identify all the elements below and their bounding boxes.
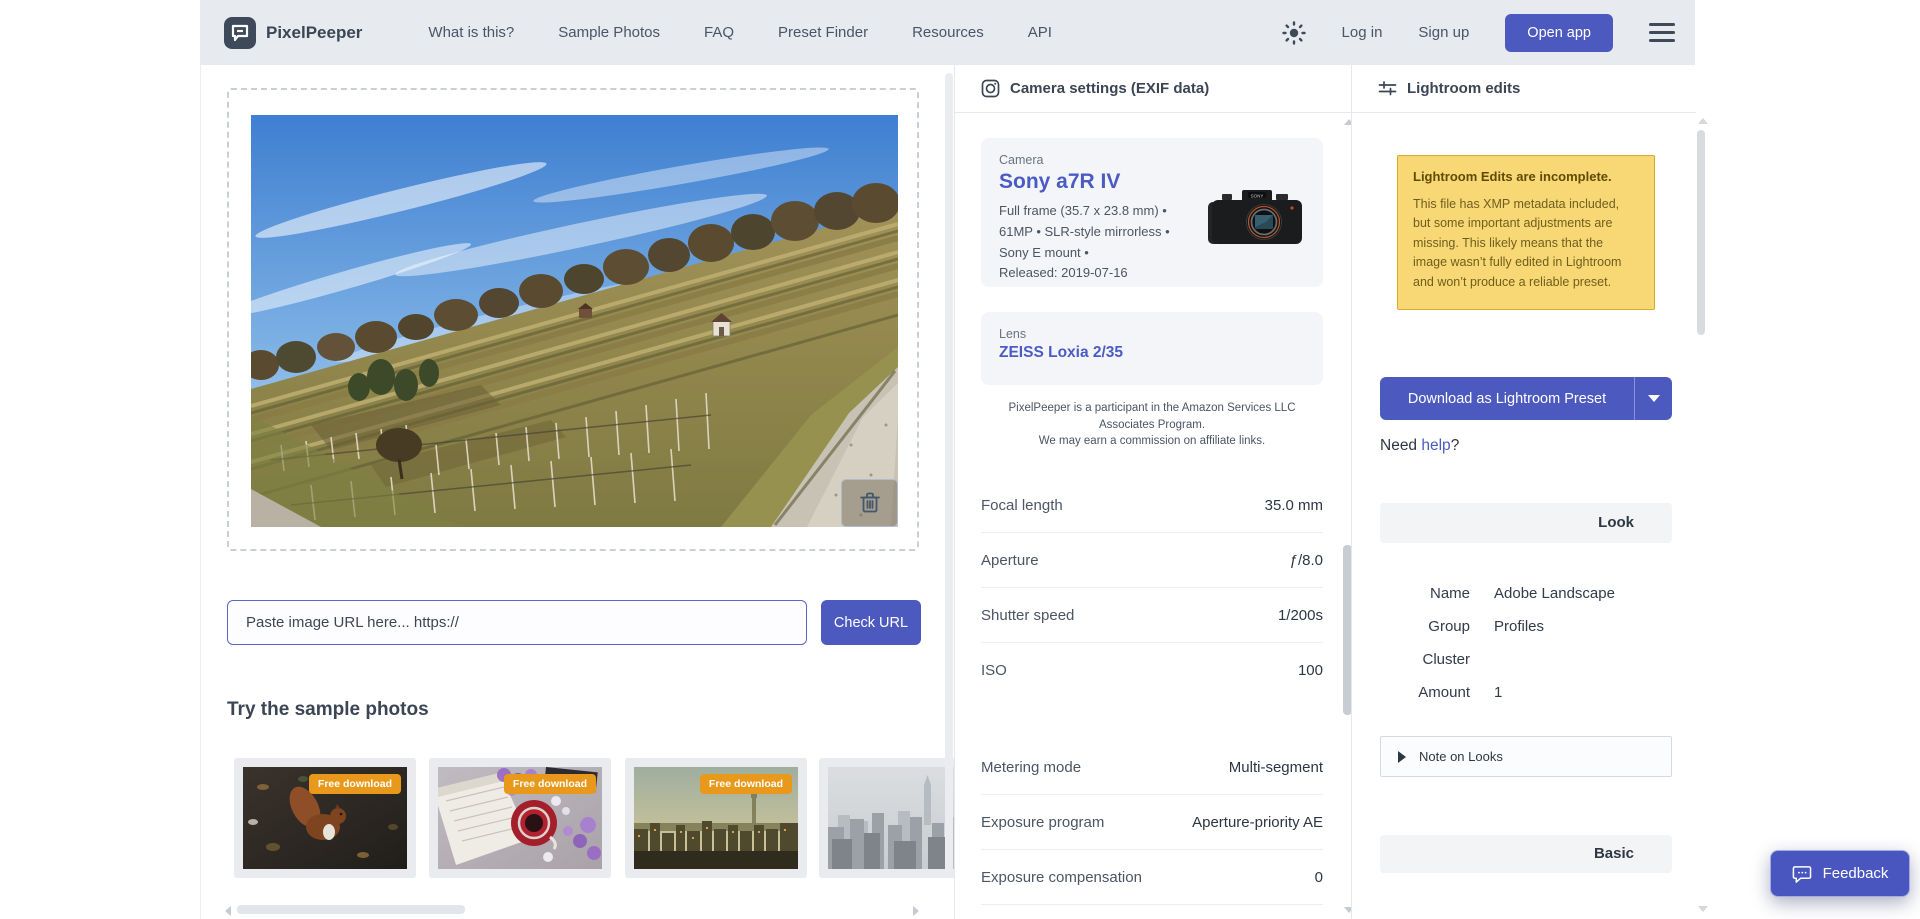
free-download-badge: Free download bbox=[700, 774, 792, 794]
uploaded-photo-vineyard-landscape bbox=[251, 115, 898, 527]
download-preset-label: Download as Lightroom Preset bbox=[1380, 391, 1634, 407]
lightroom-column: Lightroom edits Lightroom Edits are inco… bbox=[1351, 65, 1696, 919]
samples-heading: Try the sample photos bbox=[227, 699, 429, 721]
remove-photo-button[interactable] bbox=[841, 479, 898, 527]
brand-name[interactable]: PixelPeeper bbox=[266, 23, 362, 43]
nav-link-api[interactable]: API bbox=[1028, 24, 1052, 41]
exif-row-iso: ISO100 bbox=[981, 643, 1323, 698]
free-download-badge: Free download bbox=[309, 774, 401, 794]
exif-table-secondary: Metering modeMulti-segment Exposure prog… bbox=[981, 740, 1323, 905]
image-url-input[interactable] bbox=[227, 600, 807, 645]
exif-row-aperture: Apertureƒ/8.0 bbox=[981, 533, 1323, 588]
sign-up-link[interactable]: Sign up bbox=[1418, 24, 1469, 41]
exif-header: Camera settings (EXIF data) bbox=[955, 65, 1351, 113]
open-app-button[interactable]: Open app bbox=[1505, 14, 1613, 52]
samples-scroll-left-arrow[interactable] bbox=[225, 906, 231, 916]
sample-photo-squirrel[interactable]: Free download bbox=[234, 758, 416, 878]
exif-row-metering-mode: Metering modeMulti-segment bbox=[981, 740, 1323, 795]
main-content: Check URL Try the sample photos bbox=[200, 65, 1695, 919]
expand-arrow-icon bbox=[1398, 751, 1406, 763]
nav-link-sample-photos[interactable]: Sample Photos bbox=[558, 24, 660, 41]
look-row-group: GroupProfiles bbox=[1380, 609, 1672, 643]
download-preset-button[interactable]: Download as Lightroom Preset bbox=[1380, 377, 1672, 420]
nav-link-what-is-this[interactable]: What is this? bbox=[428, 24, 514, 41]
affiliate-disclaimer: PixelPeeper is a participant in the Amaz… bbox=[981, 400, 1323, 450]
exif-row-exposure-program: Exposure programAperture-priority AE bbox=[981, 795, 1323, 850]
exif-header-title: Camera settings (EXIF data) bbox=[1010, 80, 1209, 97]
feedback-button[interactable]: Feedback bbox=[1770, 850, 1910, 897]
basic-row-profile-partial: ProfileAdobe Landscape bbox=[1380, 910, 1672, 919]
lightroom-vertical-scrollbar[interactable] bbox=[1697, 130, 1705, 335]
need-help-text: Need help? bbox=[1380, 437, 1459, 455]
svg-text:SONY: SONY bbox=[1251, 194, 1264, 199]
sample-photo-book-coffee[interactable]: Free download bbox=[429, 758, 611, 878]
exif-column: Camera settings (EXIF data) Camera Sony … bbox=[954, 65, 1351, 919]
city-hazy-thumbnail-image bbox=[828, 767, 954, 869]
warning-body: This file has XMP metadata included, but… bbox=[1413, 195, 1639, 292]
log-in-link[interactable]: Log in bbox=[1342, 24, 1383, 41]
nav-link-faq[interactable]: FAQ bbox=[704, 24, 734, 41]
exif-row-exposure-compensation: Exposure compensation0 bbox=[981, 850, 1323, 905]
lightroom-header: Lightroom edits bbox=[1352, 65, 1696, 113]
camera-icon bbox=[981, 79, 1000, 98]
sliders-icon bbox=[1378, 79, 1397, 98]
feedback-label: Feedback bbox=[1823, 865, 1889, 882]
exif-scroll-down-arrow[interactable] bbox=[1344, 907, 1351, 913]
basic-section-header: Basic bbox=[1380, 835, 1672, 873]
look-row-cluster: Cluster bbox=[1380, 642, 1672, 676]
look-section-header: Look bbox=[1380, 503, 1672, 543]
exif-row-focal-length: Focal length35.0 mm bbox=[981, 478, 1323, 533]
theme-toggle-sun-icon[interactable] bbox=[1282, 21, 1306, 45]
lightroom-header-title: Lightroom edits bbox=[1407, 80, 1520, 97]
nav-link-resources[interactable]: Resources bbox=[912, 24, 984, 41]
samples-horizontal-scrollbar[interactable] bbox=[237, 905, 465, 914]
warning-title: Lightroom Edits are incomplete. bbox=[1413, 169, 1639, 184]
note-on-looks-expander[interactable]: Note on Looks bbox=[1380, 736, 1672, 777]
feedback-chat-icon bbox=[1792, 864, 1813, 884]
lightroom-scroll-down-arrow[interactable] bbox=[1698, 906, 1708, 912]
sample-photo-city-hazy[interactable] bbox=[819, 758, 954, 878]
nav-links: What is this? Sample Photos FAQ Preset F… bbox=[428, 24, 1052, 41]
nav-link-preset-finder[interactable]: Preset Finder bbox=[778, 24, 868, 41]
logo-glyph bbox=[230, 23, 250, 43]
uploader-vertical-scrollbar[interactable] bbox=[945, 73, 953, 873]
look-row-name: NameAdobe Landscape bbox=[1380, 576, 1672, 610]
lightroom-scroll-up-arrow[interactable] bbox=[1698, 118, 1708, 124]
exif-table-primary: Focal length35.0 mm Apertureƒ/8.0 Shutte… bbox=[981, 478, 1323, 698]
note-on-looks-label: Note on Looks bbox=[1419, 749, 1503, 764]
navbar: PixelPeeper What is this? Sample Photos … bbox=[200, 0, 1695, 65]
lens-name-link[interactable]: ZEISS Loxia 2/35 bbox=[999, 344, 1305, 362]
uploader-column: Check URL Try the sample photos bbox=[201, 65, 954, 919]
pixelpeeper-logo-icon[interactable] bbox=[224, 17, 256, 49]
trash-icon bbox=[859, 491, 881, 515]
lens-card: Lens ZEISS Loxia 2/35 bbox=[981, 312, 1323, 385]
camera-product-image: SONY bbox=[1204, 186, 1309, 250]
free-download-badge: Free download bbox=[504, 774, 596, 794]
incomplete-edits-warning: Lightroom Edits are incomplete. This fil… bbox=[1397, 155, 1655, 310]
hamburger-menu-icon[interactable] bbox=[1649, 23, 1675, 42]
help-link[interactable]: help bbox=[1421, 437, 1450, 454]
camera-label: Camera bbox=[999, 153, 1305, 167]
exif-scroll-up-arrow[interactable] bbox=[1344, 119, 1351, 125]
download-options-dropdown[interactable] bbox=[1635, 395, 1672, 402]
camera-card: Camera Sony a7R IV Full frame (35.7 x 23… bbox=[981, 138, 1323, 287]
lens-label: Lens bbox=[999, 327, 1305, 341]
image-dropzone[interactable] bbox=[227, 88, 919, 551]
check-url-button[interactable]: Check URL bbox=[821, 600, 921, 645]
chevron-down-icon bbox=[1648, 395, 1660, 402]
samples-scroll-right-arrow[interactable] bbox=[913, 906, 919, 916]
exif-vertical-scrollbar[interactable] bbox=[1343, 545, 1351, 715]
exif-row-shutter-speed: Shutter speed1/200s bbox=[981, 588, 1323, 643]
sample-photo-city-sunset[interactable]: Free download bbox=[625, 758, 807, 878]
look-row-amount: Amount1 bbox=[1380, 675, 1672, 709]
